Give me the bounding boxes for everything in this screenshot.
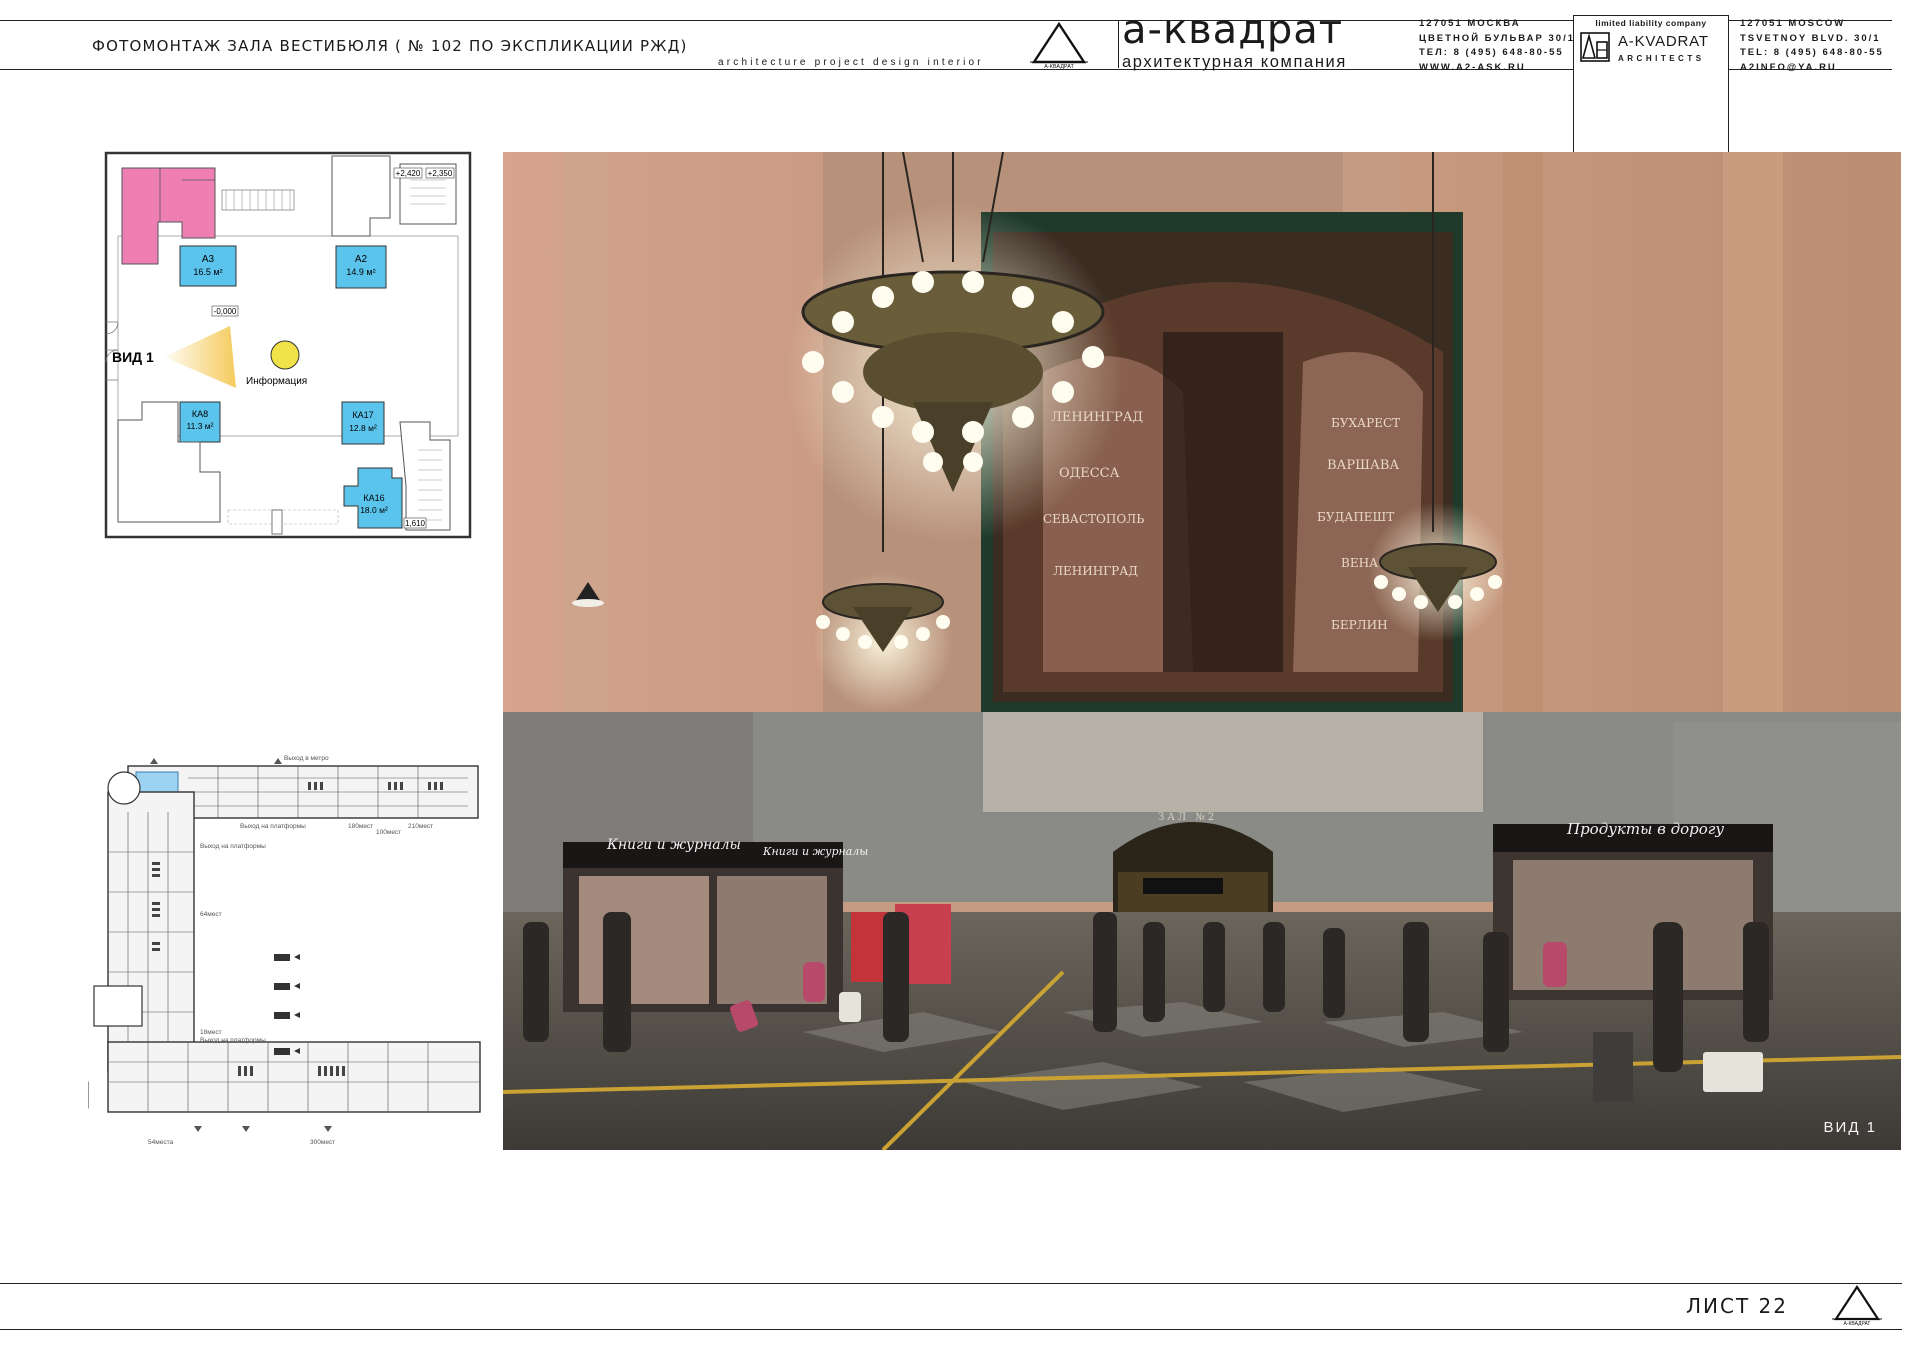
plan-label: 210мест [408,823,433,830]
llc-name: A-KVADRAT [1618,33,1709,50]
mural-city: БЕРЛИН [1331,618,1388,632]
plan-label: Выход на платформы [200,843,266,850]
footer-logo-icon: А-КВАДРАТ [1826,1284,1888,1327]
mural-city: ЛЕНИНГРАД [1051,410,1144,425]
llc-logo-icon [1580,32,1610,62]
address-ru-line: WWW.A2-ASK.RU [1419,61,1526,73]
plan-label: 100мест [376,829,401,836]
room-area: 12.8 м² [349,423,377,433]
view-label: ВИД 1 [112,349,154,365]
plan-label: Выход на платформы [240,823,306,830]
level-mark: 1,610 [405,519,426,528]
brand-subtitle: архитектурная компания [1122,53,1347,71]
room-area: 16.5 м² [193,267,222,277]
address-en-line: 127051 MOSCOW [1740,18,1846,29]
info-label: Информация [246,375,307,387]
level-mark: +2,420 [396,169,421,178]
address-ru: 127051 МОСКВА ЦВЕТНОЙ БУЛЬВАР 30/1 ТЕЛ: … [1419,17,1575,75]
plan-label: Выход на платформы [200,1037,266,1044]
hall-photo: Книги и журналы Книги и журналы Продукты… [503,152,1901,1150]
company-logo-icon: А-КВАДРАТ [1022,21,1096,70]
room-area: 18.0 м² [360,505,388,515]
room-code: А3 [202,254,215,265]
room-code: КА8 [192,409,208,419]
photo-view-caption: ВИД 1 [1823,1119,1877,1136]
header-divider [1118,20,1119,68]
mural-city: ВАРШАВА [1327,458,1400,473]
mural-city: СЕВАСТОПОЛЬ [1043,512,1145,526]
footer-logo-caption: А-КВАДРАТ [1844,1321,1871,1327]
address-en-line: A2INFO@YA.RU [1740,61,1837,73]
room-code: КА17 [352,410,373,420]
station-overview-plan: Выход в метро Выход на платформы 180мест… [88,752,488,1157]
address-ru-line: ТЕЛ: 8 (495) 648-80-55 [1419,47,1564,58]
shop-sign-books: Книги и журналы [607,837,741,853]
plan-label: 54места [148,1139,173,1146]
room-code: А2 [355,254,368,265]
plan-label: 300мест [310,1139,335,1146]
address-ru-line: 127051 МОСКВА [1419,18,1521,29]
footer-frame [0,1283,1902,1330]
mural-city: ОДЕССА [1059,466,1120,481]
mural-city: БУХАРЕСТ [1331,416,1401,430]
hall-sign: ЗАЛ №2 [1158,812,1218,823]
room-code: КА16 [363,493,384,503]
plan-label: Выход в метро [284,755,329,762]
brand-name: а-квадрат [1122,7,1344,53]
plan-label: 180мест [348,823,373,830]
mural-city: БУДАПЕШТ [1317,510,1395,524]
level-mark: +2,350 [428,169,453,178]
sheet-title: ФОТОМОНТАЖ ЗАЛА ВЕСТИБЮЛЯ ( № 102 ПО ЭКС… [92,37,688,55]
plan-label: 18мест [200,1029,222,1036]
address-en-line: TSVETNOY BLVD. 30/1 [1740,32,1881,44]
vestibule-floor-plan: +2,420 +2,350 А3 16.5 м² А2 14.9 м² КА8 … [100,150,476,540]
mural-city: ВЕНА [1341,556,1379,570]
address-en: 127051 MOSCOW TSVETNOY BLVD. 30/1 TEL: 8… [1740,17,1884,75]
llc-stamp: limited liability company A-KVADRAT ARCH… [1573,15,1729,170]
info-desk [270,340,300,370]
logo-caption: А-КВАДРАТ [1044,64,1074,70]
address-ru-line: ЦВЕТНОЙ БУЛЬВАР 30/1 [1419,32,1576,44]
shop-sign-food: Продукты в дорогу [1567,820,1725,838]
llc-label: limited liability company [1595,18,1707,28]
room-area: 14.9 м² [346,267,375,277]
room-area: 11.3 м² [187,421,214,431]
llc-subtitle: ARCHITECTS [1618,54,1705,63]
level-mark: -0,000 [214,307,237,316]
plan-label: 64мест [200,911,222,918]
company-tagline: architecture project design interior [718,57,984,68]
mural-city: ЛЕНИНГРАД [1053,564,1139,578]
address-en-line: TEL: 8 (495) 648-80-55 [1740,47,1884,58]
sheet-number: ЛИСТ 22 [1686,1294,1788,1318]
shop-sign-books-2: Книги и журналы [763,845,869,858]
